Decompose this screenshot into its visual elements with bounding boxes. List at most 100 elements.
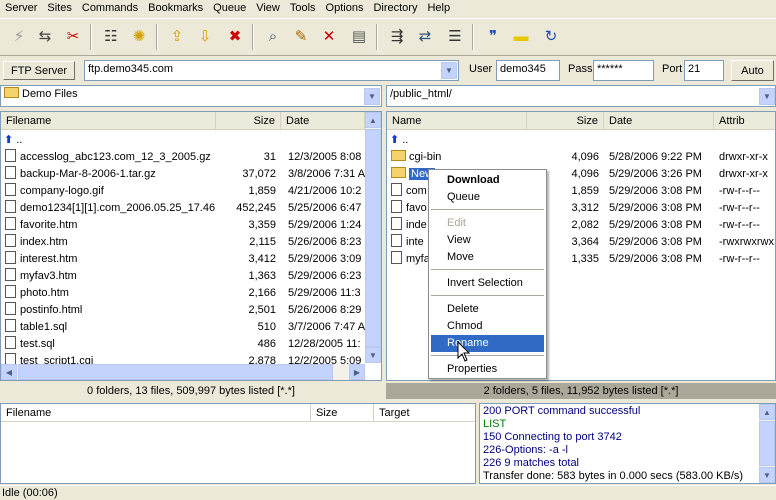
table-row[interactable]: postinfo.html 2,501 5/26/2006 8:29 xyxy=(1,302,365,319)
toolbar-separator xyxy=(252,24,254,50)
column-target[interactable]: Target xyxy=(374,404,475,422)
column-filename[interactable]: Filename xyxy=(1,112,216,130)
menu-item-chmod[interactable]: Chmod xyxy=(431,318,544,335)
chevron-down-icon[interactable]: ▼ xyxy=(759,88,775,105)
menu-separator xyxy=(431,209,544,210)
menu-tools[interactable]: Tools xyxy=(285,1,321,16)
local-vertical-scrollbar[interactable]: ▲ ▼ xyxy=(365,112,381,363)
ftp-server-button[interactable]: FTP Server xyxy=(3,61,75,80)
parent-directory-row[interactable]: ⬆.. xyxy=(387,132,775,149)
scroll-up-icon[interactable]: ▲ xyxy=(365,112,381,128)
table-row[interactable]: company-logo.gif 1,859 4/21/2006 10:2 xyxy=(1,183,365,200)
quote-icon[interactable]: ❞ xyxy=(482,25,504,47)
column-size[interactable]: Size xyxy=(216,112,281,130)
port-input[interactable]: 21 xyxy=(684,60,724,81)
table-row[interactable]: demo1234[1][1].com_2006.05.25_17.46 452,2… xyxy=(1,200,365,217)
parent-directory-row[interactable]: ⬆.. xyxy=(1,132,365,149)
delete-icon[interactable]: ✕ xyxy=(318,25,340,47)
local-file-list[interactable]: Filename Size Date ⬆.. accesslog_abc123.c… xyxy=(0,111,382,381)
properties-icon[interactable]: ▤ xyxy=(348,25,370,47)
menu-item-queue[interactable]: Queue xyxy=(431,189,544,206)
column-attrib[interactable]: Attrib xyxy=(714,112,775,130)
scroll-right-icon[interactable]: ▶ xyxy=(349,364,365,380)
pass-input[interactable]: ****** xyxy=(593,60,654,81)
menu-bookmarks[interactable]: Bookmarks xyxy=(143,1,208,16)
cancel-icon[interactable]: ✂ xyxy=(62,25,84,47)
auto-button[interactable]: Auto xyxy=(731,60,774,81)
sync-icon[interactable]: ⇄ xyxy=(414,25,436,47)
menu-item-rename[interactable]: Rename xyxy=(431,335,544,352)
local-path-select[interactable]: Demo Files xyxy=(0,85,382,107)
column-size[interactable]: Size xyxy=(311,404,374,422)
user-input[interactable]: demo345 xyxy=(496,60,560,81)
folder-upload-icon[interactable]: ⇪ xyxy=(166,25,188,47)
menu-queue[interactable]: Queue xyxy=(208,1,251,16)
queue-list[interactable]: Filename Size Target xyxy=(0,403,476,484)
transfer-icon[interactable]: ⇶ xyxy=(386,25,408,47)
menu-directory[interactable]: Directory xyxy=(368,1,422,16)
menu-sites[interactable]: Sites xyxy=(42,1,76,16)
table-row[interactable]: interest.htm 3,412 5/29/2006 3:09 xyxy=(1,251,365,268)
scroll-thumb[interactable] xyxy=(18,364,333,380)
menu-item-download[interactable]: Download xyxy=(431,172,544,189)
scroll-thumb[interactable] xyxy=(759,421,775,466)
menu-help[interactable]: Help xyxy=(422,1,455,16)
scroll-down-icon[interactable]: ▼ xyxy=(365,347,381,363)
filename-text: favorite.htm xyxy=(20,219,78,231)
menu-item-view[interactable]: View xyxy=(431,232,544,249)
scroll-down-icon[interactable]: ▼ xyxy=(759,467,775,483)
menu-server[interactable]: Server xyxy=(0,1,42,16)
log-pane[interactable]: 200 PORT command successful LIST 150 Conne… xyxy=(479,403,776,484)
column-date[interactable]: Date xyxy=(281,112,365,130)
table-row[interactable]: photo.htm 2,166 5/29/2006 11:3 xyxy=(1,285,365,302)
chevron-down-icon[interactable]: ▼ xyxy=(364,88,380,105)
menu-item-properties[interactable]: Properties xyxy=(431,361,544,378)
column-filename[interactable]: Filename xyxy=(1,404,311,422)
menu-item-edit[interactable]: Edit xyxy=(431,215,544,232)
menu-commands[interactable]: Commands xyxy=(77,1,143,16)
scroll-left-icon[interactable]: ◀ xyxy=(1,364,17,380)
filename-text: myfav3.htm xyxy=(20,270,77,282)
wizard-icon[interactable]: ✺ xyxy=(128,25,150,47)
edit-icon[interactable]: ✎ xyxy=(290,25,312,47)
date-cell: 5/29/2006 3:08 PM xyxy=(609,236,702,248)
scroll-thumb[interactable] xyxy=(365,129,381,347)
date-cell: 4/21/2006 10:2 xyxy=(288,185,362,197)
remote-path-select[interactable]: /public_html/ xyxy=(386,85,776,107)
find-icon[interactable]: ⌕ xyxy=(262,25,284,47)
host-input[interactable]: ftp.demo345.com xyxy=(84,60,459,81)
column-size[interactable]: Size xyxy=(527,112,604,130)
folder-icon[interactable]: ▬ xyxy=(510,25,532,47)
menu-item-delete[interactable]: Delete xyxy=(431,301,544,318)
table-row[interactable]: backup-Mar-8-2006-1.tar.gz 37,072 3/8/2006… xyxy=(1,166,365,183)
local-horizontal-scrollbar[interactable]: ◀ ▶ xyxy=(1,364,365,380)
date-cell: 5/29/2006 3:26 PM xyxy=(609,168,702,180)
table-row[interactable]: index.htm 2,115 5/26/2006 8:23 xyxy=(1,234,365,251)
menu-view[interactable]: View xyxy=(251,1,285,16)
table-row[interactable]: table1.sql 510 3/7/2006 7:47 A xyxy=(1,319,365,336)
scroll-up-icon[interactable]: ▲ xyxy=(759,404,775,420)
menu-item-invert-selection[interactable]: Invert Selection xyxy=(431,275,544,292)
chevron-down-icon[interactable]: ▼ xyxy=(441,62,457,79)
table-row[interactable]: favorite.htm 3,359 5/29/2006 1:24 xyxy=(1,217,365,234)
log-vertical-scrollbar[interactable]: ▲ ▼ xyxy=(759,404,775,483)
site-manager-icon[interactable]: ☷ xyxy=(100,25,122,47)
log-line: 226 9 matches total xyxy=(483,457,580,469)
menu-options[interactable]: Options xyxy=(321,1,369,16)
filename-text: interest.htm xyxy=(20,253,78,265)
pass-label: Pass xyxy=(568,63,593,75)
column-name[interactable]: Name xyxy=(387,112,527,130)
table-row[interactable]: accesslog_abc123.com_12_3_2005.gz 31 12/3/… xyxy=(1,149,365,166)
table-row[interactable]: myfav3.htm 1,363 5/29/2006 6:23 xyxy=(1,268,365,285)
refresh-icon[interactable]: ↻ xyxy=(540,25,562,47)
connect-icon[interactable]: ⇆ xyxy=(34,25,56,47)
menu-item-move[interactable]: Move xyxy=(431,249,544,266)
table-row[interactable]: test.sql 486 12/28/2005 11: xyxy=(1,336,365,353)
folder-delete-icon[interactable]: ✖ xyxy=(224,25,246,47)
folder-download-icon[interactable]: ⇩ xyxy=(194,25,216,47)
menu-separator xyxy=(431,355,544,356)
disconnect-icon[interactable]: ⚡ xyxy=(8,25,30,47)
column-date[interactable]: Date xyxy=(604,112,714,130)
table-row[interactable]: cgi-bin 4,096 5/28/2006 9:22 PM drwxr-xr-x xyxy=(387,149,775,166)
script-icon[interactable]: ☰ xyxy=(444,25,466,47)
